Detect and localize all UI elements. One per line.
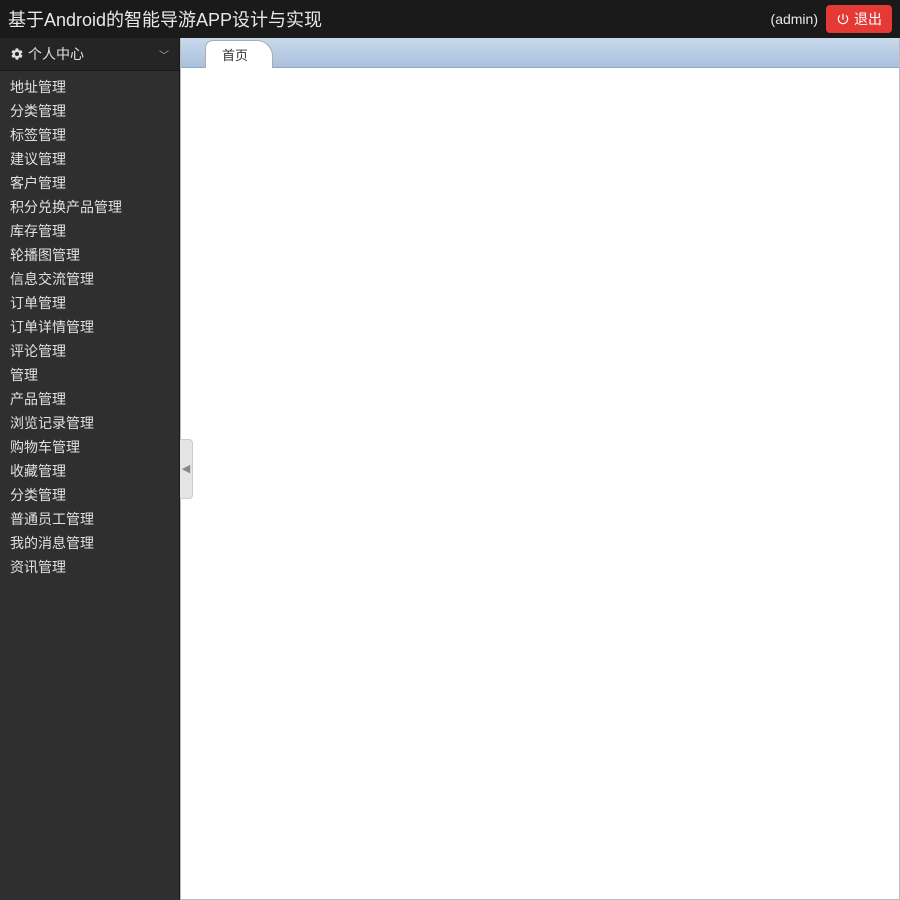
header: 基于Android的智能导游APP设计与实现 (admin) 退出 [0, 0, 900, 38]
sidebar-item[interactable]: 资讯管理 [0, 555, 179, 579]
sidebar-item[interactable]: 分类管理 [0, 483, 179, 507]
sidebar-item[interactable]: 订单管理 [0, 291, 179, 315]
sidebar-item[interactable]: 管理 [0, 363, 179, 387]
sidebar-item[interactable]: 购物车管理 [0, 435, 179, 459]
sidebar-item[interactable]: 信息交流管理 [0, 267, 179, 291]
sidebar-section-title: 个人中心 [28, 44, 84, 64]
sidebar-section-header[interactable]: 个人中心 ﹀ [0, 38, 179, 71]
sidebar-item[interactable]: 浏览记录管理 [0, 411, 179, 435]
sidebar: 个人中心 ﹀ 地址管理 分类管理 标签管理 建议管理 客户管理 积分兑换产品管理… [0, 38, 180, 900]
user-label: (admin) [771, 11, 818, 27]
logout-button[interactable]: 退出 [826, 5, 892, 33]
power-icon [836, 12, 850, 26]
sidebar-item[interactable]: 客户管理 [0, 171, 179, 195]
sidebar-item[interactable]: 积分兑换产品管理 [0, 195, 179, 219]
logout-label: 退出 [854, 9, 882, 29]
tab-bar: 首页 [181, 38, 899, 68]
header-right: (admin) 退出 [771, 5, 892, 33]
sidebar-item[interactable]: 建议管理 [0, 147, 179, 171]
chevron-left-icon: ◀ [182, 462, 190, 475]
sidebar-item[interactable]: 评论管理 [0, 339, 179, 363]
sidebar-collapse-handle[interactable]: ◀ [180, 439, 193, 499]
sidebar-header-left: 个人中心 [10, 44, 84, 64]
sidebar-item[interactable]: 产品管理 [0, 387, 179, 411]
content-area [181, 68, 899, 899]
main: 首页 ◀ [180, 38, 900, 900]
app-title: 基于Android的智能导游APP设计与实现 [8, 6, 322, 32]
sidebar-menu: 地址管理 分类管理 标签管理 建议管理 客户管理 积分兑换产品管理 库存管理 轮… [0, 71, 179, 583]
sidebar-item[interactable]: 库存管理 [0, 219, 179, 243]
sidebar-item[interactable]: 订单详情管理 [0, 315, 179, 339]
gear-icon [10, 47, 24, 61]
container: 个人中心 ﹀ 地址管理 分类管理 标签管理 建议管理 客户管理 积分兑换产品管理… [0, 38, 900, 900]
sidebar-item[interactable]: 分类管理 [0, 99, 179, 123]
sidebar-item[interactable]: 地址管理 [0, 75, 179, 99]
sidebar-item[interactable]: 轮播图管理 [0, 243, 179, 267]
chevron-down-icon: ﹀ [159, 47, 169, 62]
sidebar-item[interactable]: 标签管理 [0, 123, 179, 147]
sidebar-item[interactable]: 收藏管理 [0, 459, 179, 483]
sidebar-item[interactable]: 我的消息管理 [0, 531, 179, 555]
tab-home[interactable]: 首页 [205, 40, 273, 68]
sidebar-item[interactable]: 普通员工管理 [0, 507, 179, 531]
